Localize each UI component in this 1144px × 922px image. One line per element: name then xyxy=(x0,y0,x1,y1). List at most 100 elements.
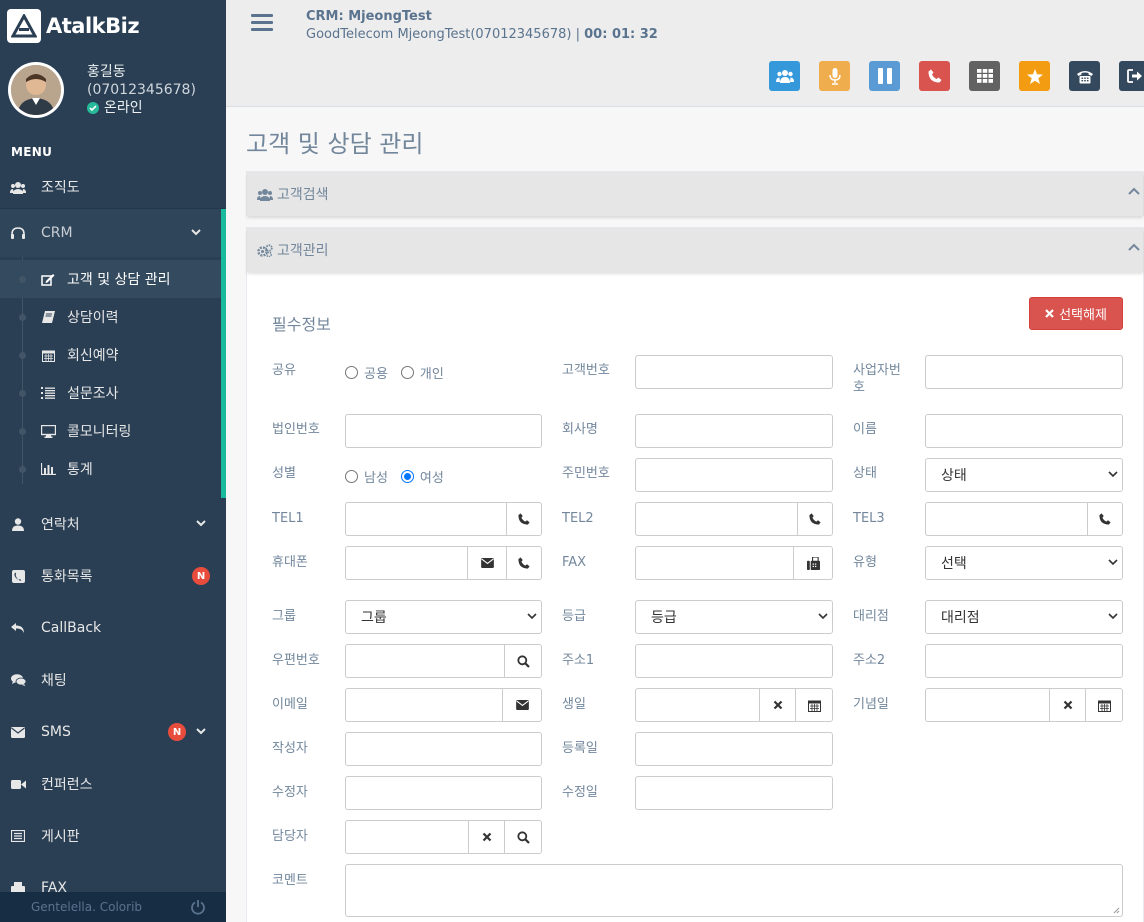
corp-no-input[interactable] xyxy=(345,414,542,448)
corp-no-label: 법인번호 xyxy=(272,422,320,437)
clear-selection-label: 선택해제 xyxy=(1059,308,1107,323)
birthday-input[interactable] xyxy=(635,688,759,722)
clear-selection-button[interactable]: 선택해제 xyxy=(1029,297,1123,330)
reply-icon xyxy=(10,620,26,636)
mod-date-input[interactable] xyxy=(635,776,833,810)
sidebar-item-callback-reservation[interactable]: 회신예약 xyxy=(0,336,221,374)
sidebar-item-customer-mgmt[interactable]: 고객 및 상담 관리 xyxy=(0,260,221,298)
zipcode-search-button[interactable] xyxy=(504,644,542,678)
grade-select[interactable]: 등급 xyxy=(635,600,833,634)
sidebar-item-call-log[interactable]: 통화목록 N xyxy=(0,550,226,602)
sidebar-item-org[interactable]: 조직도 xyxy=(0,166,226,209)
customer-search-header[interactable]: 고객검색 xyxy=(247,172,1143,216)
mobile-sms-button[interactable] xyxy=(467,546,506,580)
resident-no-input[interactable] xyxy=(635,458,833,492)
business-no-input[interactable] xyxy=(925,355,1123,389)
sidebar-item-board[interactable]: 게시판 xyxy=(0,810,226,862)
sidebar-item-callback[interactable]: CallBack xyxy=(0,602,226,654)
sidebar-item-crm[interactable]: CRM xyxy=(0,209,226,257)
agency-select[interactable]: 대리점 xyxy=(925,600,1123,634)
tel3-call-button[interactable] xyxy=(1087,502,1123,536)
tel1-call-button[interactable] xyxy=(506,502,542,536)
menu-toggle-icon[interactable] xyxy=(251,14,273,35)
sidebar-item-conference[interactable]: 컨퍼런스 xyxy=(0,758,226,810)
manager-search-button[interactable] xyxy=(504,820,542,854)
mic-button[interactable] xyxy=(819,61,850,91)
comment-textarea[interactable] xyxy=(345,864,1123,917)
keypad-button[interactable] xyxy=(969,61,1000,91)
call-title: CRM: MjeongTest xyxy=(306,9,432,24)
calendar-icon xyxy=(1097,699,1111,712)
birthday-clear-button[interactable] xyxy=(759,688,795,722)
email-input[interactable] xyxy=(345,688,502,722)
fax-input[interactable] xyxy=(635,546,793,580)
type-label: 유형 xyxy=(853,555,877,570)
sidebar-item-call-monitoring[interactable]: 콜모니터링 xyxy=(0,412,221,450)
power-icon[interactable] xyxy=(190,899,206,915)
sidebar-item-sms[interactable]: SMS N xyxy=(0,706,226,758)
agency-select-value: 대리점 xyxy=(941,610,980,626)
mobile-input[interactable] xyxy=(345,546,467,580)
resize-handle-icon[interactable] xyxy=(1112,906,1120,914)
share-public-radio[interactable] xyxy=(345,366,358,379)
mobile-call-button[interactable] xyxy=(506,546,542,580)
footer-credit: Gentelella. Colorib xyxy=(31,900,143,914)
phone-icon xyxy=(518,513,530,525)
tel2-call-button[interactable] xyxy=(797,502,833,536)
tel3-group xyxy=(925,502,1123,536)
gender-male-radio[interactable] xyxy=(345,470,358,483)
transfer-button[interactable] xyxy=(1069,61,1100,91)
gender-female-radio[interactable] xyxy=(400,470,414,483)
group-call-button[interactable] xyxy=(769,61,800,91)
brand[interactable]: AtalkBiz xyxy=(0,0,226,52)
reg-date-input[interactable] xyxy=(635,732,833,766)
pause-button[interactable] xyxy=(869,61,900,91)
author-input[interactable] xyxy=(345,732,542,766)
sidebar-item-history[interactable]: 상담이력 xyxy=(0,298,221,336)
birthday-calendar-button[interactable] xyxy=(795,688,833,722)
fax-group xyxy=(635,546,833,580)
email-send-button[interactable] xyxy=(502,688,542,722)
addr1-input[interactable] xyxy=(635,644,833,678)
call-toolbar xyxy=(769,61,1144,91)
sidebar-item-label: 조직도 xyxy=(41,180,80,196)
sidebar-item-survey[interactable]: 설문조사 xyxy=(0,374,221,412)
customer-manage-header[interactable]: 고객관리 xyxy=(247,228,1143,272)
logout-button[interactable] xyxy=(1119,61,1144,91)
cogs-icon xyxy=(257,243,273,257)
envelope-icon xyxy=(10,724,26,740)
avatar[interactable] xyxy=(8,62,64,118)
addr2-input[interactable] xyxy=(925,644,1123,678)
anniversary-calendar-button[interactable] xyxy=(1085,688,1123,722)
status-select[interactable]: 상태 xyxy=(925,458,1123,492)
status-label: 상태 xyxy=(853,466,877,481)
tel2-input[interactable] xyxy=(635,502,797,536)
share-private-radio[interactable] xyxy=(400,366,414,379)
company-input[interactable] xyxy=(635,414,833,448)
reg-date-label: 등록일 xyxy=(562,741,598,756)
chevron-up-icon[interactable] xyxy=(1128,187,1140,196)
customer-no-input[interactable] xyxy=(635,355,833,389)
favorite-button[interactable] xyxy=(1019,61,1050,91)
tel3-input[interactable] xyxy=(925,502,1087,536)
fax-send-button[interactable] xyxy=(793,546,833,580)
manager-input[interactable] xyxy=(345,820,468,854)
manager-label: 담당자 xyxy=(272,829,308,844)
mobile-label: 휴대폰 xyxy=(272,555,308,570)
company-label: 회사명 xyxy=(562,422,598,437)
hangup-button[interactable] xyxy=(919,61,950,91)
type-select[interactable]: 선택 xyxy=(925,546,1123,580)
anniversary-clear-button[interactable] xyxy=(1049,688,1085,722)
tel1-input[interactable] xyxy=(345,502,506,536)
manager-clear-button[interactable] xyxy=(468,820,504,854)
zipcode-input[interactable] xyxy=(345,644,504,678)
name-input[interactable] xyxy=(925,414,1123,448)
chevron-up-icon[interactable] xyxy=(1128,243,1140,252)
group-select[interactable]: 그룹 xyxy=(345,600,542,634)
panel-title: 고객검색 xyxy=(277,187,329,203)
sidebar-item-chat[interactable]: 채팅 xyxy=(0,654,226,706)
editor-input[interactable] xyxy=(345,776,542,810)
sidebar-item-contacts[interactable]: 연락처 xyxy=(0,498,226,550)
sidebar-item-stats[interactable]: 통계 xyxy=(0,450,221,488)
anniversary-input[interactable] xyxy=(925,688,1049,722)
